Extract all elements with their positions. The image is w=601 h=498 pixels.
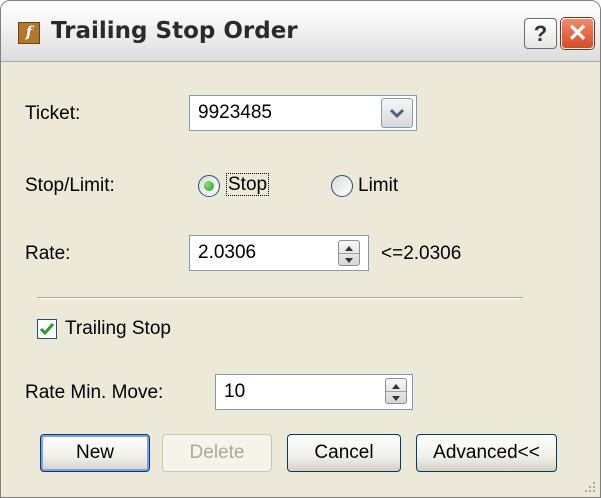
spin-down-icon[interactable] bbox=[339, 253, 359, 265]
rate-constraint: <=2.0306 bbox=[381, 243, 462, 264]
advanced-button[interactable]: Advanced<< bbox=[416, 434, 557, 472]
ticket-value: 9923485 bbox=[198, 102, 272, 123]
limit-radio[interactable] bbox=[331, 175, 353, 197]
chevron-down-icon bbox=[389, 108, 405, 119]
trailing-stop-checkbox[interactable] bbox=[37, 319, 57, 339]
fx-icon: f bbox=[18, 22, 40, 44]
rate-min-move-input[interactable]: 10 bbox=[215, 374, 413, 410]
rate-value: 2.0306 bbox=[198, 242, 257, 263]
resize-grip-icon[interactable] bbox=[582, 479, 596, 493]
ticket-dropdown-button[interactable] bbox=[381, 98, 413, 128]
window-title: Trailing Stop Order bbox=[51, 18, 298, 44]
stop-limit-label: Stop/Limit: bbox=[25, 175, 115, 196]
help-button[interactable]: ? bbox=[524, 18, 557, 49]
cancel-button[interactable]: Cancel bbox=[287, 434, 401, 472]
rate-min-move-spinner[interactable] bbox=[385, 378, 407, 404]
ticket-label: Ticket: bbox=[25, 103, 81, 124]
trailing-stop-label[interactable]: Trailing Stop bbox=[65, 318, 171, 340]
separator bbox=[37, 297, 523, 299]
dialog-body: Ticket: 9923485 Stop/Limit: Stop Limit R… bbox=[1, 62, 600, 497]
rate-min-move-value: 10 bbox=[224, 381, 246, 402]
title-bar[interactable]: f Trailing Stop Order ? ✕ bbox=[1, 1, 600, 62]
close-button[interactable]: ✕ bbox=[561, 18, 594, 49]
delete-button[interactable]: Delete bbox=[162, 434, 272, 472]
radio-selected-dot bbox=[204, 181, 214, 191]
limit-radio-label[interactable]: Limit bbox=[358, 175, 398, 197]
new-button[interactable]: New bbox=[40, 434, 150, 472]
stop-radio-label[interactable]: Stop bbox=[226, 173, 270, 196]
stop-option-text: Stop bbox=[226, 173, 270, 196]
checkmark-icon bbox=[39, 323, 55, 336]
stop-radio[interactable] bbox=[198, 175, 220, 197]
rate-spinner[interactable] bbox=[338, 240, 360, 266]
rate-label: Rate: bbox=[25, 243, 71, 264]
trailing-stop-order-dialog: f Trailing Stop Order ? ✕ Ticket: 992348… bbox=[0, 0, 601, 498]
spin-down-icon[interactable] bbox=[386, 391, 406, 403]
rate-min-move-label: Rate Min. Move: bbox=[25, 382, 164, 403]
